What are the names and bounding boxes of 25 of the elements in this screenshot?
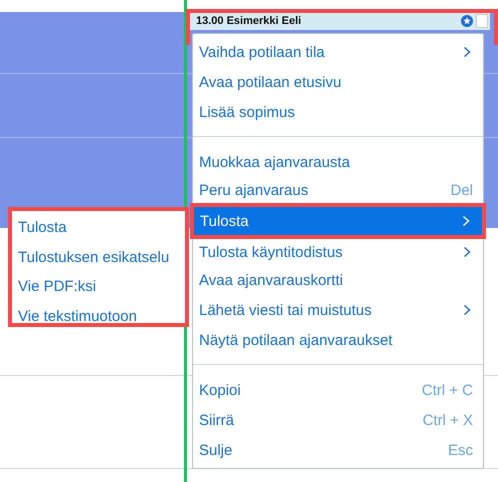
menu-item[interactable]: Lähetä viesti tai muistutus <box>193 295 483 325</box>
menu-item[interactable]: Tulostuksen esikatselu <box>18 242 179 272</box>
chevron-right-icon <box>463 46 471 58</box>
appointment-bar[interactable]: 13.00 Esimerkki Eeli <box>188 12 490 30</box>
menu-item[interactable]: Vie tekstimuotoon <box>18 302 179 331</box>
menu-item[interactable]: Siirrä Ctrl + X <box>193 405 483 435</box>
chevron-right-icon <box>463 246 471 258</box>
checkbox[interactable] <box>476 14 488 28</box>
menu-item[interactable]: Kopioi Ctrl + C <box>193 375 483 405</box>
menu-item[interactable]: Vaihda potilaan tila <box>193 37 483 67</box>
menu-item[interactable]: Näytä potilaan ajanvaraukset <box>193 325 483 355</box>
menu-item[interactable]: Peru ajanvaraus Del <box>193 177 483 203</box>
menu-item[interactable]: Tulosta käyntitodistus <box>193 239 483 265</box>
menu-item[interactable]: Lisää sopimus <box>193 97 483 127</box>
star-icon <box>461 15 473 27</box>
menu-item[interactable]: Sulje Esc <box>193 435 483 465</box>
menu-item[interactable]: Tulosta <box>194 207 482 235</box>
chevron-right-icon <box>463 304 471 316</box>
menu-item[interactable]: Avaa potilaan etusivu <box>193 67 483 97</box>
menu-item[interactable]: Avaa ajanvarauskortti <box>193 265 483 295</box>
appointment-title: 13.00 Esimerkki Eeli <box>196 15 302 27</box>
chevron-right-icon <box>462 215 470 227</box>
menu-item[interactable]: Vie PDF:ksi <box>18 272 179 302</box>
menu-item[interactable]: Tulosta <box>18 213 179 242</box>
menu-item[interactable]: Muokkaa ajanvarausta <box>193 147 483 177</box>
